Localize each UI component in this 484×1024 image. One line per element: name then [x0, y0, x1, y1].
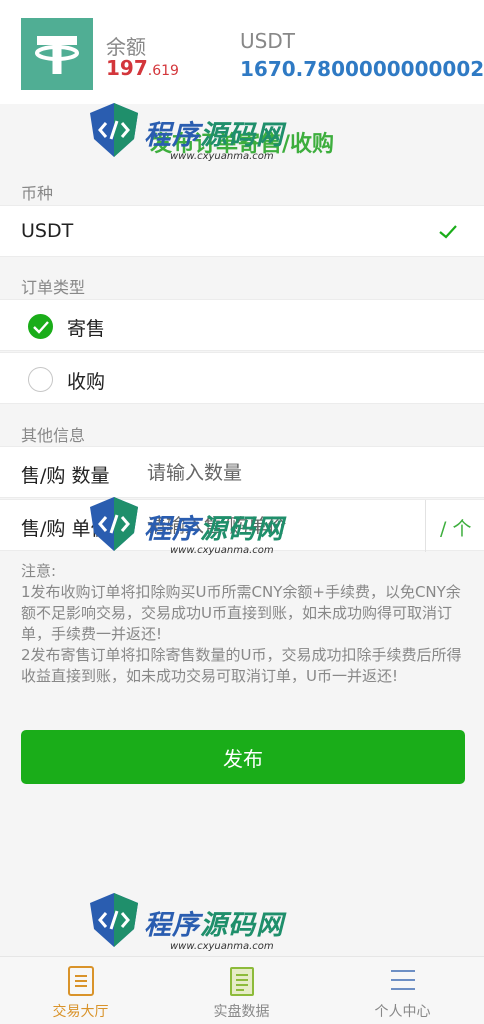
order-type-option-purchase[interactable]: 收购	[0, 352, 484, 404]
usdt-value: 1670.7800000000002个	[240, 57, 484, 81]
order-type-section-label: 订单类型	[21, 278, 86, 297]
notice-line-2: 2发布寄售订单将扣除寄售数量的U币，交易成功扣除手续费后所得收益直接到账，如未成…	[21, 646, 462, 685]
check-icon	[439, 225, 457, 239]
watermark-url: www.cxyuanma.com	[170, 545, 274, 556]
watermark-shield-icon	[90, 497, 138, 551]
currency-section-label: 币种	[21, 184, 54, 203]
balance-header: 余额 197.619 USDT 1670.7800000000002个	[0, 0, 484, 104]
tether-logo-icon	[21, 18, 93, 90]
notice-line-1: 1发布收购订单将扣除购买U币所需CNY余额+手续费，以免CNY余额不足影响交易，…	[21, 583, 461, 643]
nav-label: 实盘数据	[213, 1004, 270, 1020]
watermark-logo: 程序源码网 www.cxyuanma.com	[86, 487, 296, 577]
unit-divider	[425, 500, 426, 552]
watermark-text: 程序源码网	[144, 910, 284, 941]
nav-label: 个人中心	[374, 1004, 431, 1020]
balance-value: 197.619	[106, 56, 179, 80]
watermark-url: www.cxyuanma.com	[170, 941, 274, 952]
list-doc-icon	[67, 966, 94, 996]
bottom-nav: 交易大厅 实盘数据 个人中心	[0, 956, 484, 1024]
other-info-section-label: 其他信息	[21, 426, 86, 445]
order-type-label: 收购	[67, 371, 106, 393]
usdt-label: USDT	[240, 29, 295, 53]
watermark-shield-icon	[90, 893, 138, 947]
currency-value: USDT	[21, 220, 74, 242]
nav-item-live-data[interactable]: 实盘数据	[161, 957, 322, 1024]
currency-option-row[interactable]: USDT	[0, 205, 484, 257]
watermark-text: 程序源码网	[144, 120, 284, 151]
nav-item-trading-hall[interactable]: 交易大厅	[0, 957, 161, 1024]
publish-button[interactable]: 发布	[21, 730, 465, 784]
radio-unchecked-icon[interactable]	[28, 367, 53, 392]
menu-icon	[390, 970, 415, 990]
order-type-label: 寄售	[67, 318, 106, 340]
radio-checked-icon[interactable]	[28, 314, 53, 339]
notepad-icon	[229, 967, 254, 996]
notice-text: 注意: 1发布收购订单将扣除购买U币所需CNY余额+手续费，以免CNY余额不足影…	[21, 561, 471, 687]
watermark-text: 程序源码网	[144, 514, 284, 545]
nav-label: 交易大厅	[52, 1004, 109, 1020]
nav-item-personal-center[interactable]: 个人中心	[322, 957, 483, 1024]
watermark-logo: 程序源码网 www.cxyuanma.com	[86, 93, 296, 183]
watermark-url: www.cxyuanma.com	[170, 151, 274, 162]
watermark-shield-icon	[90, 103, 138, 157]
price-unit-label: / 个	[440, 518, 472, 540]
order-type-option-consign[interactable]: 寄售	[0, 299, 484, 351]
quantity-input[interactable]	[147, 455, 417, 491]
quantity-label: 售/购 数量	[21, 465, 110, 487]
